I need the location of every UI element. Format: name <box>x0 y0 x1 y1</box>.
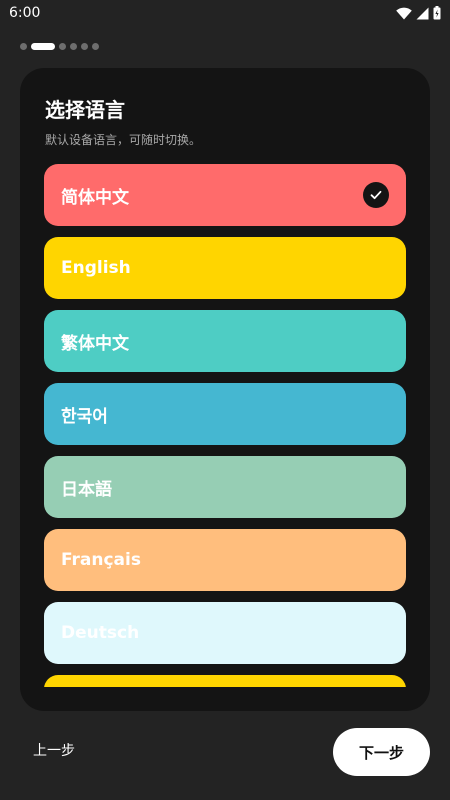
page-dot <box>20 43 27 50</box>
page-dot <box>81 43 88 50</box>
language-label: English <box>61 258 131 278</box>
page-indicator <box>20 43 99 50</box>
language-option[interactable]: English <box>44 237 406 299</box>
status-icons <box>396 6 441 20</box>
language-label: 繁体中文 <box>61 333 129 354</box>
language-label: Français <box>61 550 141 570</box>
language-list[interactable]: 简体中文 English 繁体中文 한국어 日本語 Français Deutsch Ital… <box>44 164 406 687</box>
language-option[interactable]: 繁体中文 <box>44 310 406 372</box>
language-option[interactable]: Deutsch <box>44 602 406 664</box>
card-subtitle: 默认设备语言，可随时切换。 <box>45 133 202 147</box>
previous-button[interactable]: 上一步 <box>33 740 75 760</box>
language-option[interactable]: 简体中文 <box>44 164 406 226</box>
language-label: Deutsch <box>61 623 140 643</box>
battery-icon <box>433 6 441 20</box>
language-option[interactable]: Français <box>44 529 406 591</box>
check-icon <box>363 182 389 208</box>
status-bar: 6:00 <box>0 0 450 26</box>
language-card: 选择语言 默认设备语言，可随时切换。 简体中文 English 繁体中文 한국어 日本語… <box>20 68 430 711</box>
language-option[interactable]: 日本語 <box>44 456 406 518</box>
language-selection-screen: 6:00 选择语言 默认设备语言，可随时切换。 简体中文 English 繁体中… <box>0 0 450 800</box>
cell-signal-icon <box>416 7 429 20</box>
language-label: 日本語 <box>61 479 112 500</box>
page-dot <box>92 43 99 50</box>
next-button[interactable]: 下一步 <box>333 728 430 776</box>
language-label: 한국어 <box>61 406 108 427</box>
card-title: 选择语言 <box>45 98 125 122</box>
page-dot <box>70 43 77 50</box>
wifi-icon <box>396 7 412 20</box>
page-dot <box>59 43 66 50</box>
language-option[interactable]: Italiano <box>44 675 406 687</box>
status-time: 6:00 <box>9 5 41 21</box>
page-dot-active <box>31 43 55 50</box>
language-option[interactable]: 한국어 <box>44 383 406 445</box>
language-label: 简体中文 <box>61 187 129 208</box>
